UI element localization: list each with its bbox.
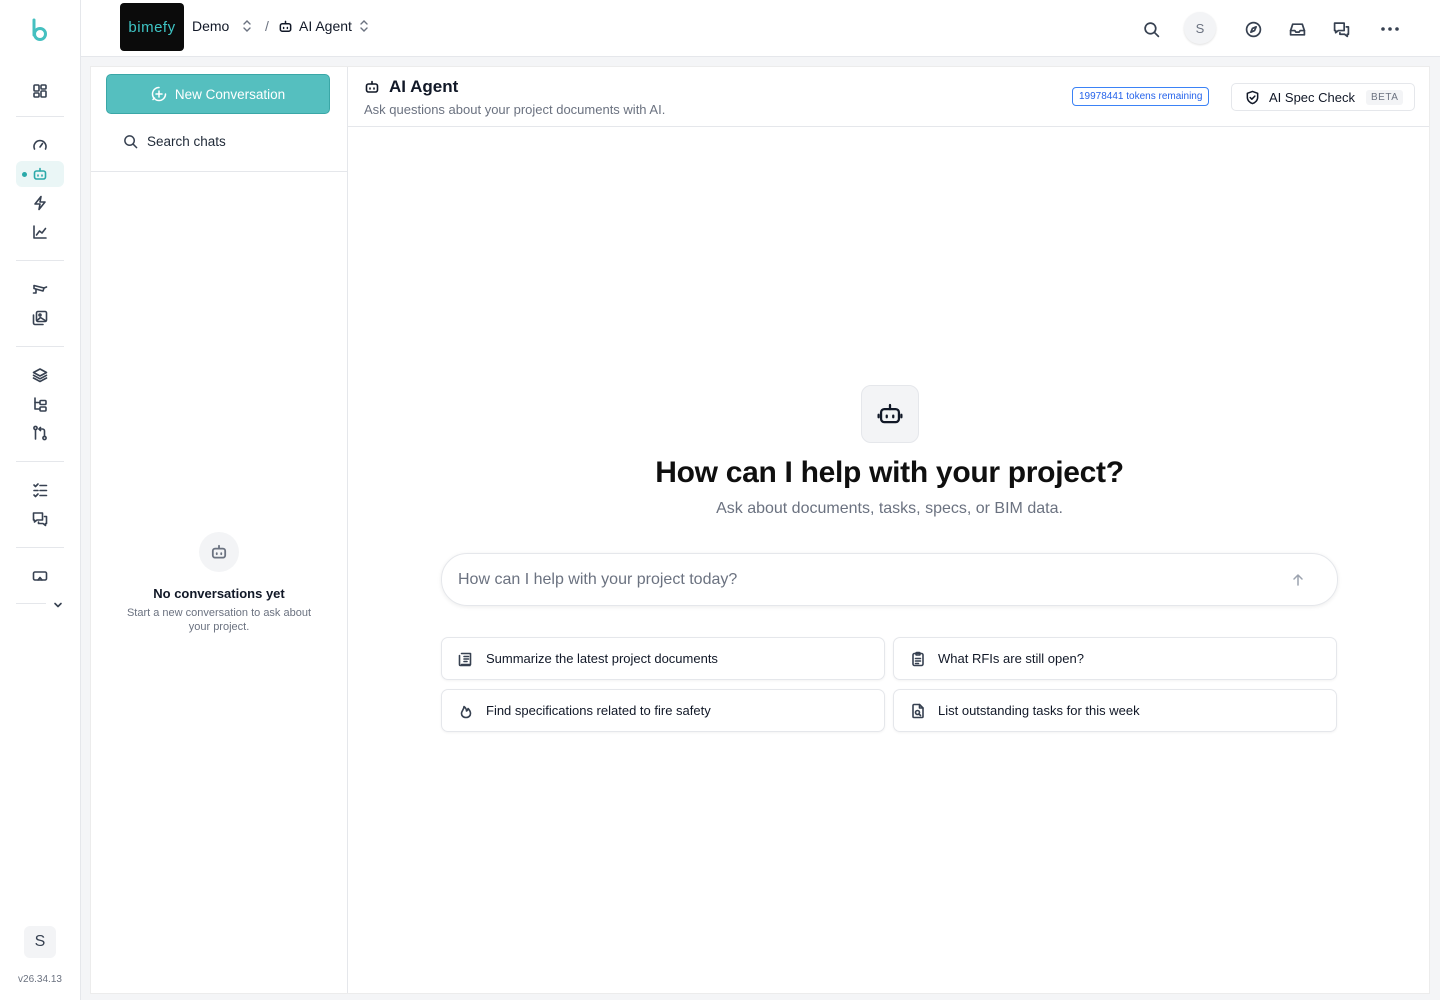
messages-icon[interactable] [16, 506, 64, 532]
user-avatar[interactable]: S [24, 926, 56, 958]
chat-icon[interactable] [1326, 14, 1356, 44]
beta-badge: BETA [1366, 89, 1404, 105]
lightning-icon[interactable] [16, 190, 64, 216]
plus-circle-icon [151, 86, 167, 102]
suggestion-label: Summarize the latest project documents [486, 651, 718, 666]
rail-divider [16, 116, 64, 117]
layers-icon[interactable] [16, 362, 64, 388]
git-compare-icon[interactable] [16, 420, 64, 446]
cctv-camera-icon[interactable] [16, 276, 64, 302]
hero-subtitle: Ask about documents, tasks, specs, or BI… [716, 500, 1063, 517]
project-name: Demo [192, 18, 230, 34]
prompt-input[interactable] [458, 566, 1258, 594]
empty-state-subtitle: Start a new conversation to ask about yo… [126, 607, 312, 633]
top-bar: bimefy Demo / AI Agent S [81, 0, 1440, 57]
chevron-updown-icon [360, 20, 368, 32]
top-user-avatar[interactable]: S [1184, 12, 1216, 44]
search-chats[interactable]: Search chats [123, 134, 226, 149]
new-conversation-button[interactable]: New Conversation [106, 74, 330, 114]
ai-spec-check-label: AI Spec Check [1269, 89, 1355, 105]
checklist-icon[interactable] [16, 477, 64, 503]
compass-icon[interactable] [1238, 14, 1268, 44]
breadcrumb-separator: / [265, 18, 269, 34]
rail-divider [16, 260, 64, 261]
header-divider [348, 126, 1429, 127]
main-panel: New Conversation Search chats No convers… [90, 66, 1430, 994]
rail-divider [16, 346, 64, 347]
chevron-updown-icon [243, 20, 252, 32]
search-icon[interactable] [1136, 14, 1166, 44]
page-title: AI Agent [364, 77, 458, 97]
inbox-icon[interactable] [1282, 14, 1312, 44]
empty-bot-icon [199, 532, 239, 572]
empty-state-title: No conversations yet [153, 586, 285, 601]
search-chats-label: Search chats [147, 134, 226, 149]
suggestion-card[interactable]: List outstanding tasks for this week [893, 689, 1337, 732]
suggestion-card[interactable]: What RFIs are still open? [893, 637, 1337, 680]
clipboard-icon [912, 651, 924, 666]
more-options-icon[interactable] [1375, 14, 1405, 44]
brand-logo[interactable]: bimefy [120, 3, 184, 51]
suggestion-label: Find specifications related to fire safe… [486, 703, 711, 718]
send-arrow-icon[interactable] [1288, 570, 1308, 590]
vr-headset-icon[interactable] [16, 563, 64, 589]
chevron-down-icon[interactable] [51, 598, 65, 612]
hero-title: How can I help with your project? [655, 456, 1124, 489]
page-subtitle: Ask questions about your project documen… [364, 102, 666, 117]
ai-spec-check-button[interactable]: AI Spec Check BETA [1231, 83, 1415, 111]
suggestion-label: List outstanding tasks for this week [938, 703, 1140, 718]
shield-check-icon [1246, 90, 1259, 104]
tree-structure-icon[interactable] [16, 391, 64, 417]
left-rail: S v26.34.13 [0, 0, 81, 1000]
rail-divider [16, 547, 64, 548]
new-conversation-label: New Conversation [174, 86, 286, 102]
suggestion-card[interactable]: Find specifications related to fire safe… [441, 689, 885, 732]
conversation-sidebar: New Conversation Search chats No convers… [91, 67, 348, 993]
page-title-text: AI Agent [389, 77, 459, 96]
line-chart-icon[interactable] [16, 219, 64, 245]
ai-agent-icon [279, 20, 292, 32]
page-switcher[interactable]: AI Agent [278, 18, 370, 34]
dashboard-icon[interactable] [16, 78, 64, 104]
app-version: v26.34.13 [18, 974, 62, 985]
sidebar-divider [91, 171, 347, 172]
active-indicator [22, 172, 27, 177]
ai-agent-icon[interactable] [16, 161, 64, 187]
rail-divider [16, 461, 64, 462]
app-logo-icon[interactable] [27, 17, 53, 43]
flame-icon [460, 705, 472, 718]
ai-agent-icon [365, 80, 379, 93]
prompt-box [441, 553, 1338, 606]
rail-divider [16, 603, 46, 604]
project-switcher[interactable]: Demo [192, 18, 253, 34]
suggestion-label: What RFIs are still open? [938, 651, 1084, 666]
search-icon [124, 135, 138, 149]
file-search-icon [912, 703, 924, 718]
gauge-icon[interactable] [16, 132, 64, 158]
suggestion-card[interactable]: Summarize the latest project documents [441, 637, 885, 680]
page-name: AI Agent [299, 18, 352, 34]
bot-icon [861, 385, 919, 443]
images-icon[interactable] [16, 305, 64, 331]
tokens-remaining-badge: 19978441 tokens remaining [1072, 87, 1210, 106]
document-list-icon [458, 652, 472, 666]
